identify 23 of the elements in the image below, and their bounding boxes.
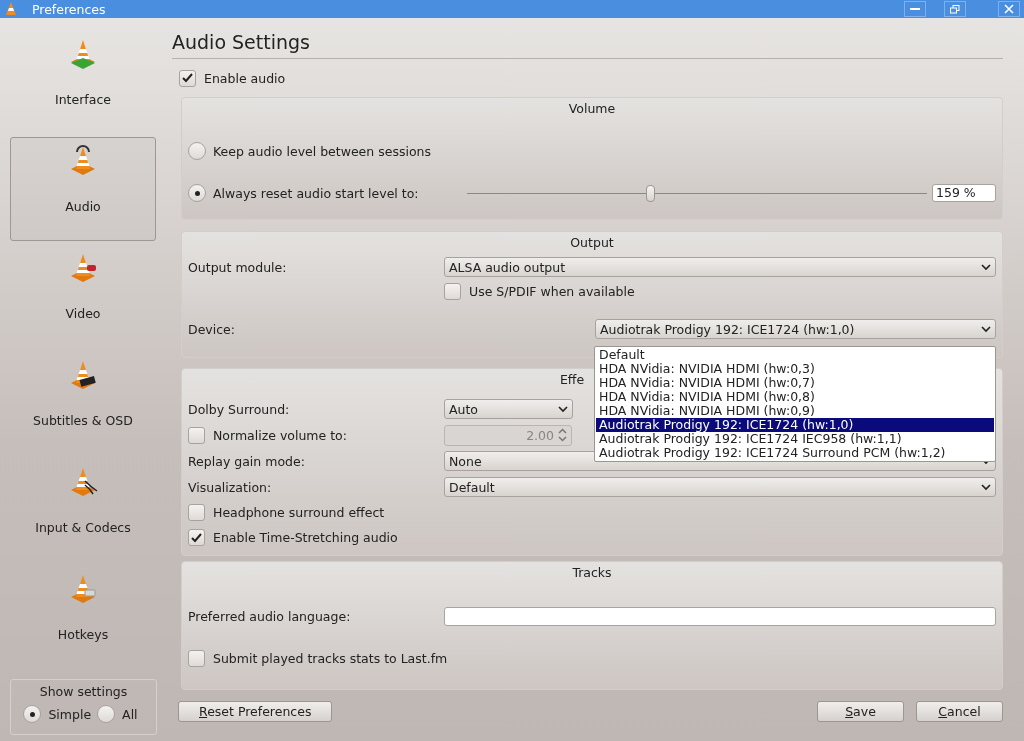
panel-title: Show settings bbox=[39, 684, 128, 699]
group-title: Output bbox=[570, 235, 614, 252]
group-title: Tracks bbox=[572, 565, 612, 582]
page-heading: Audio Settings bbox=[172, 28, 1003, 59]
field-label: Device: bbox=[188, 321, 236, 337]
checkbox-label: Normalize volume to: bbox=[213, 427, 347, 443]
field-label: Visualization: bbox=[188, 479, 273, 495]
window-title: Preferences bbox=[32, 1, 107, 17]
group-title: Volume bbox=[568, 101, 616, 118]
radio-label: All bbox=[122, 706, 138, 722]
field-label: Dolby Surround: bbox=[188, 401, 291, 417]
checkbox-label: Enable Time-Stretching audio bbox=[213, 530, 398, 545]
checkbox-label: Headphone surround effect bbox=[213, 505, 385, 520]
checkbox-label: Use S/PDIF when available bbox=[469, 283, 635, 299]
checkbox-label: Submit played tracks stats to Last.fm bbox=[213, 650, 448, 666]
radio-label: Simple bbox=[48, 706, 92, 722]
checkbox-label: Enable audio bbox=[204, 70, 286, 86]
field-label: Replay gain mode: bbox=[188, 453, 306, 469]
group-title: Effe bbox=[559, 372, 585, 389]
field-label: Output module: bbox=[188, 259, 288, 275]
field-label: Preferred audio language: bbox=[188, 608, 352, 624]
radio-label: Keep audio level between sessions bbox=[213, 143, 431, 159]
radio-label: Always reset audio start level to: bbox=[213, 185, 419, 201]
